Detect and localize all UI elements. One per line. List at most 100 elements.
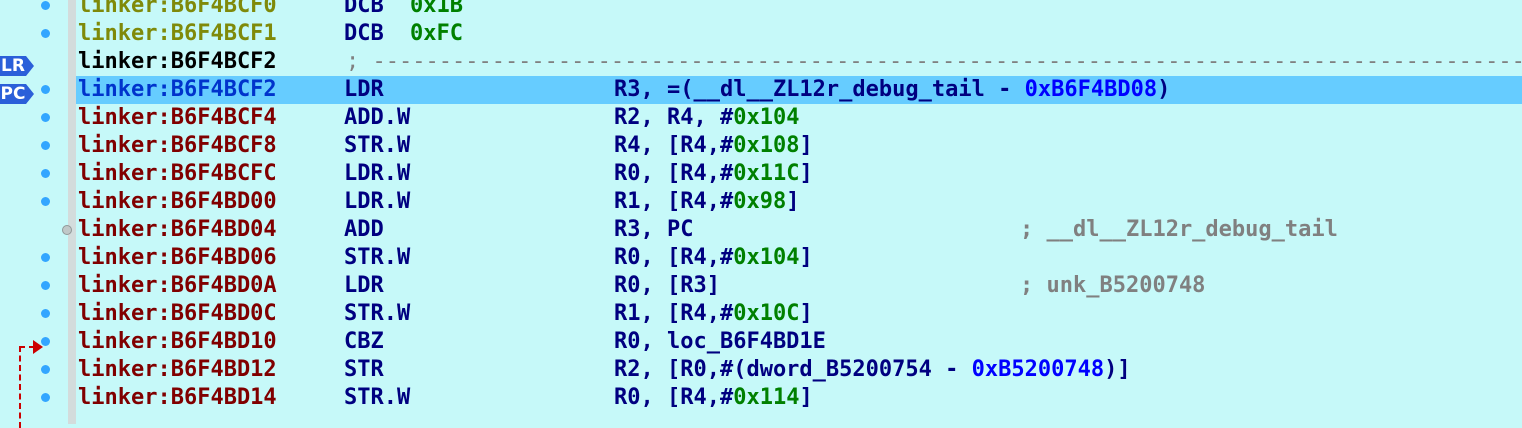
breakpoint-dot-icon[interactable] [41, 309, 50, 318]
breakpoint-dot-icon[interactable] [41, 141, 50, 150]
breakpoint-dot-icon[interactable] [41, 281, 50, 290]
listing-row[interactable]: linker:B6F4BCF8 STR.W R4, [R4,#0x108] [76, 132, 1522, 160]
mnemonic[interactable]: STR.W [344, 244, 410, 272]
operand-immediate[interactable]: 0x98 [733, 189, 786, 214]
operand-immediate[interactable]: 0x11C [733, 161, 799, 186]
data-value[interactable]: 0x1B [410, 0, 463, 20]
breakpoint-dot-icon[interactable] [41, 197, 50, 206]
mnemonic[interactable]: LDR.W [344, 188, 410, 216]
address-label[interactable]: linker:B6F4BD06 [78, 244, 277, 272]
mnemonic[interactable]: LDR [344, 272, 384, 300]
operands[interactable]: R3, PC [614, 216, 693, 244]
listing-row[interactable]: linker:B6F4BCF0 DCB 0x1B [76, 0, 1522, 20]
disassembly-listing[interactable]: linker:B6F4BCF0 DCB 0x1B linker:B6F4BCF1 DCB… [76, 0, 1522, 424]
operand-immediate[interactable]: 0xB5200748 [972, 357, 1104, 382]
listing-row[interactable]: linker:B6F4BCF4 ADD.W R2, R4, #0x104 [76, 104, 1522, 132]
data-value[interactable]: 0xFC [410, 20, 463, 48]
operand-text: R0, [R4,# [614, 245, 734, 270]
address-label[interactable]: linker:B6F4BD12 [78, 356, 277, 384]
mnemonic[interactable]: LDR [344, 76, 384, 104]
operands[interactable]: R1, [R4,#0x10C] [614, 300, 813, 328]
operands[interactable]: R0, [R3] [614, 272, 720, 300]
operand-text: R0, loc_B6F4BD1E [614, 329, 826, 354]
comment[interactable]: ; __dl__ZL12r_debug_tail [1020, 216, 1338, 244]
breakpoint-dot-icon[interactable] [41, 1, 50, 10]
address-label[interactable]: linker:B6F4BD14 [78, 384, 277, 412]
operand-text: )] [1104, 357, 1131, 382]
operands[interactable]: R4, [R4,#0x108] [614, 132, 813, 160]
address-label[interactable]: linker:B6F4BCF2 [78, 76, 277, 104]
operand-text: R0, [R3] [614, 273, 720, 298]
pc-register-marker[interactable]: PC [0, 84, 26, 104]
address-label[interactable]: linker:B6F4BD0C [78, 300, 277, 328]
listing-row[interactable]: linker:B6F4BD00 LDR.W R1, [R4,#0x98] [76, 188, 1522, 216]
address-label[interactable]: linker:B6F4BD0A [78, 272, 277, 300]
breakpoint-dot-icon[interactable] [41, 85, 50, 94]
operand-text: ] [799, 301, 813, 326]
mnemonic[interactable]: ADD.W [344, 104, 410, 132]
operand-text: ] [799, 133, 813, 158]
operands[interactable]: R0, [R4,#0x104] [614, 244, 813, 272]
comment[interactable]: ; unk_B5200748 [1020, 272, 1205, 300]
address-label[interactable]: linker:B6F4BCF4 [78, 104, 277, 132]
address-label[interactable]: linker:B6F4BD10 [78, 328, 277, 356]
operands[interactable]: R3, =(__dl__ZL12r_debug_tail - 0xB6F4BD0… [614, 76, 1170, 104]
operand-immediate[interactable]: 0x108 [733, 133, 799, 158]
listing-row[interactable]: linker:B6F4BCF1 DCB 0xFC [76, 20, 1522, 48]
mnemonic[interactable]: DCB [344, 0, 384, 20]
listing-row[interactable]: linker:B6F4BCFC LDR.W R0, [R4,#0x11C] [76, 160, 1522, 188]
operands[interactable]: R0, loc_B6F4BD1E [614, 328, 826, 356]
mnemonic[interactable]: STR.W [344, 300, 410, 328]
listing-row[interactable]: linker:B6F4BD04 ADD R3, PC ; __dl__ZL12r_de… [76, 216, 1522, 244]
address-label[interactable]: linker:B6F4BD00 [78, 188, 277, 216]
lr-register-marker[interactable]: LR [0, 56, 26, 76]
address-label[interactable]: linker:B6F4BCF0 [78, 0, 277, 20]
operands[interactable]: R2, [R0,#(dword_B5200754 - 0xB5200748)] [614, 356, 1131, 384]
operand-text: ] [786, 189, 800, 214]
mnemonic[interactable]: DCB [344, 20, 384, 48]
operand-text: R3, PC [614, 217, 694, 242]
listing-row[interactable]: linker:B6F4BD12 STR R2, [R0,#(dword_B52007… [76, 356, 1522, 384]
operand-text: R0, [R4,# [614, 161, 734, 186]
mnemonic[interactable]: STR [344, 356, 384, 384]
operands[interactable]: R2, R4, #0x104 [614, 104, 799, 132]
address-label[interactable]: linker:B6F4BCF1 [78, 20, 277, 48]
mnemonic[interactable]: STR.W [344, 132, 410, 160]
address-label[interactable]: linker:B6F4BCF8 [78, 132, 277, 160]
breakpoint-dot-icon[interactable] [41, 365, 50, 374]
operand-immediate[interactable]: 0x10C [733, 301, 799, 326]
operand-text: ) [1157, 77, 1171, 102]
operands[interactable]: R0, [R4,#0x114] [614, 384, 813, 412]
operands[interactable]: R1, [R4,#0x98] [614, 188, 799, 216]
operands[interactable]: R0, [R4,#0x11C] [614, 160, 813, 188]
mnemonic[interactable]: CBZ [344, 328, 384, 356]
address-label[interactable]: linker:B6F4BCF2 [78, 48, 277, 76]
listing-row[interactable]: linker:B6F4BD10 CBZ R0, loc_B6F4BD1E [76, 328, 1522, 356]
separator-comment: ; --------------------------------------… [346, 49, 1522, 74]
address-label[interactable]: linker:B6F4BCFC [78, 160, 277, 188]
mnemonic[interactable]: STR.W [344, 384, 410, 412]
listing-row[interactable]: linker:B6F4BD0A LDR R0, [R3] ; unk_B5200748 [76, 272, 1522, 300]
breakpoint-dot-icon[interactable] [41, 29, 50, 38]
operand-immediate[interactable]: 0x104 [733, 245, 799, 270]
gutter-separator [68, 0, 76, 424]
mnemonic[interactable]: ADD [344, 216, 384, 244]
listing-row[interactable]: linker:B6F4BD06 STR.W R0, [R4,#0x104] [76, 244, 1522, 272]
separator-row[interactable]: linker:B6F4BCF2 ; -----------------------… [76, 48, 1522, 76]
mnemonic[interactable]: LDR.W [344, 160, 410, 188]
address-label[interactable]: linker:B6F4BD04 [78, 216, 277, 244]
operand-text: R2, [R0,#(dword_B5200754 - [614, 357, 972, 382]
breakpoint-dot-icon[interactable] [41, 253, 50, 262]
breakpoint-dot-icon[interactable] [41, 169, 50, 178]
operand-immediate[interactable]: 0xB6F4BD08 [1025, 77, 1157, 102]
breakpoint-dot-icon[interactable] [41, 393, 50, 402]
listing-row[interactable]: linker:B6F4BD14 STR.W R0, [R4,#0x114] [76, 384, 1522, 412]
breakpoint-dot-icon[interactable] [41, 337, 50, 346]
listing-row[interactable]: linker:B6F4BD0C STR.W R1, [R4,#0x10C] [76, 300, 1522, 328]
current-instruction-row[interactable]: linker:B6F4BCF2 LDR R3, =(__dl__ZL12r_debu… [76, 76, 1522, 104]
operand-text: R3, =(__dl__ZL12r_debug_tail - [614, 77, 1025, 102]
operand-immediate[interactable]: 0x104 [733, 105, 799, 130]
operand-immediate[interactable]: 0x114 [733, 385, 799, 410]
breakpoint-dot-icon[interactable] [41, 113, 50, 122]
breakpoint-dot-icon[interactable] [62, 225, 72, 235]
